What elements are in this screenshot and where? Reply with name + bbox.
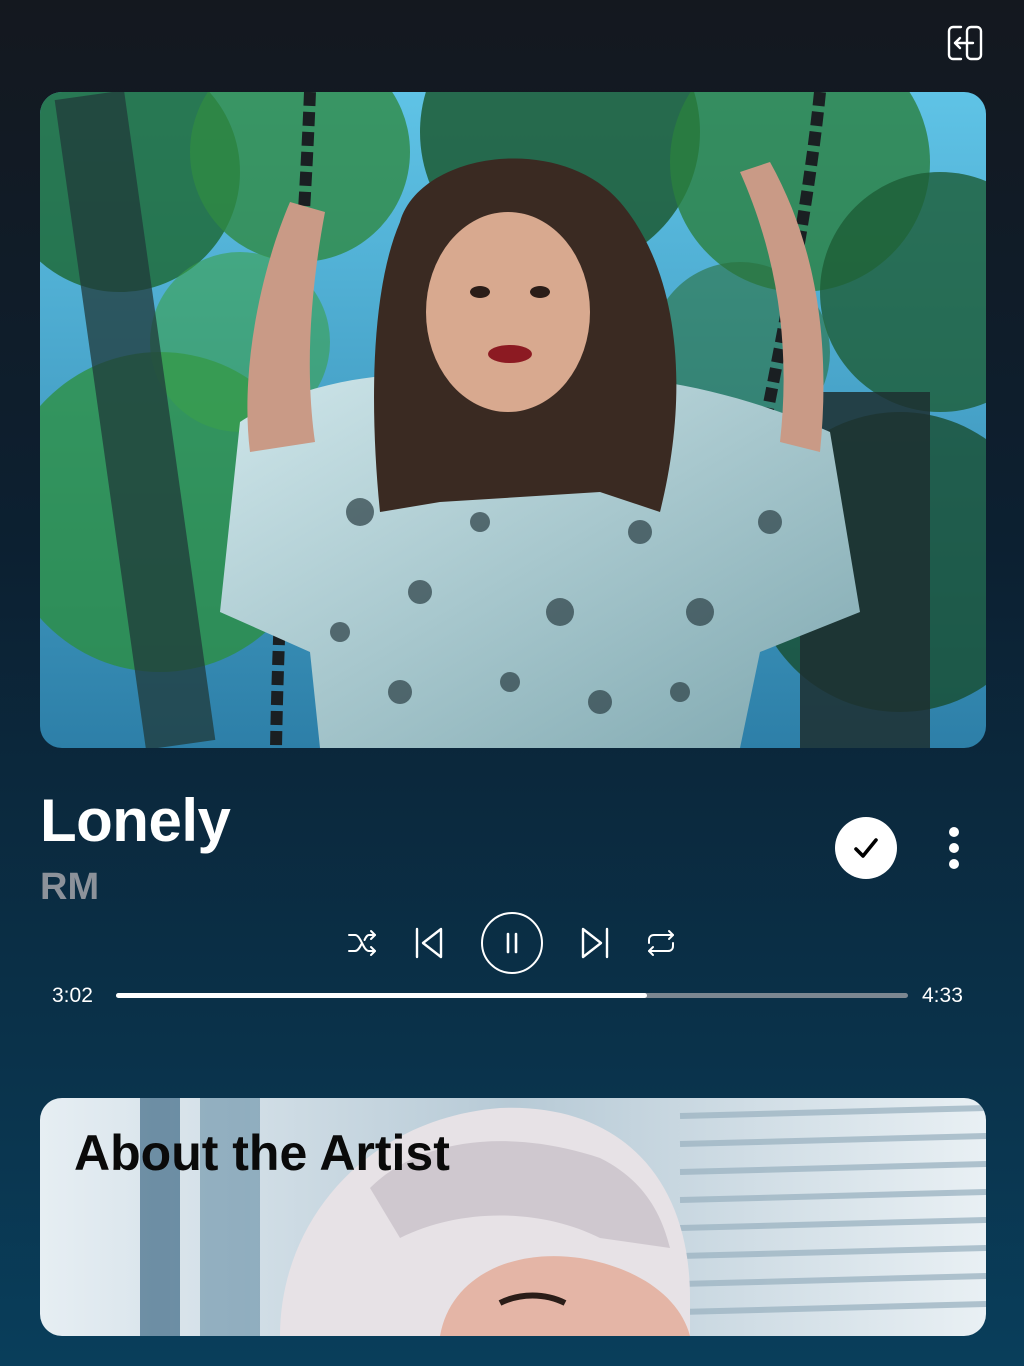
more-options-button[interactable] xyxy=(934,822,974,874)
checkmark-icon xyxy=(854,838,878,858)
skip-previous-icon xyxy=(415,927,443,959)
progress-bar[interactable] xyxy=(116,993,908,998)
repeat-button[interactable] xyxy=(644,927,678,959)
exit-fullscreen-icon xyxy=(947,25,983,61)
more-vertical-icon xyxy=(949,827,959,869)
about-artist-card[interactable]: About the Artist xyxy=(40,1098,986,1336)
added-to-library-button[interactable] xyxy=(835,817,897,879)
play-pause-button[interactable] xyxy=(481,912,543,974)
previous-track-button[interactable] xyxy=(412,925,446,961)
next-track-button[interactable] xyxy=(578,925,612,961)
exit-fullscreen-button[interactable] xyxy=(944,22,986,64)
song-artist[interactable]: RM xyxy=(40,866,99,909)
album-artwork xyxy=(40,92,986,748)
about-artist-title: About the Artist xyxy=(74,1125,450,1181)
playback-controls xyxy=(340,910,684,976)
song-title: Lonely xyxy=(40,787,231,854)
progress-fill xyxy=(116,993,647,998)
shuffle-icon xyxy=(348,930,376,956)
total-duration: 4:33 xyxy=(922,984,963,1007)
elapsed-time: 3:02 xyxy=(52,984,93,1007)
repeat-icon xyxy=(648,930,674,956)
shuffle-button[interactable] xyxy=(346,927,380,959)
pause-icon xyxy=(506,932,518,954)
skip-next-icon xyxy=(581,927,609,959)
